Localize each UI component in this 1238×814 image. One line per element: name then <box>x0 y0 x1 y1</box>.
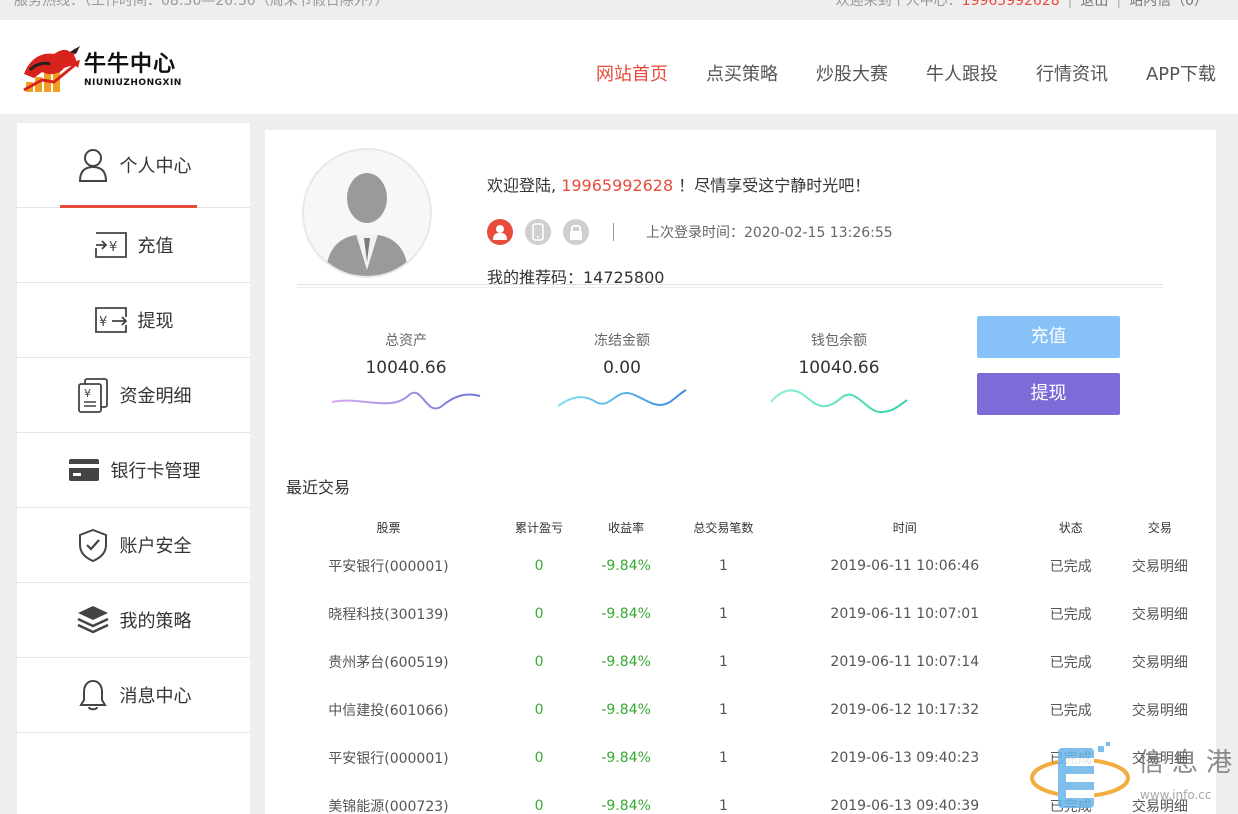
nav-follow[interactable]: 牛人跟投 <box>926 60 998 86</box>
messages-link[interactable]: 站内信（0） <box>1129 0 1208 9</box>
sidebar-item-recharge[interactable]: ¥ 充值 <box>17 208 250 283</box>
top-phone: 19965992628 <box>961 0 1060 9</box>
nav-strategy[interactable]: 点买策略 <box>706 60 778 86</box>
col-trade-count: 总交易笔数 <box>693 520 754 535</box>
table-row: 晓程科技(300139) 0 -9.84% 1 2019-06-11 10:07… <box>286 590 1206 638</box>
stat-total-assets: 总资产 10040.66 <box>326 330 486 414</box>
account-number: 19965992628 <box>561 176 674 195</box>
withdraw-button[interactable]: 提现 <box>977 373 1120 415</box>
sidebar-item-label: 我的策略 <box>119 611 192 632</box>
bell-icon <box>76 678 110 712</box>
watermark-logo-icon <box>1030 742 1130 808</box>
site-header: 牛牛中心 NIUNIUZHONGXIN 网站首页 点买策略 炒股大赛 牛人跟投 … <box>0 20 1238 114</box>
table-row: 中信建投(601066) 0 -9.84% 1 2019-06-12 10:17… <box>286 686 1206 734</box>
main-panel: 欢迎登陆, 19965992628 ！尽情享受这宁静时光吧！ 上次登录时间：20… <box>265 130 1216 814</box>
site-logo[interactable]: 牛牛中心 NIUNIUZHONGXIN <box>20 44 182 96</box>
trade-detail-link[interactable]: 交易明细 <box>1114 638 1206 686</box>
trade-detail-link[interactable]: 交易明细 <box>1114 686 1206 734</box>
nav-contest[interactable]: 炒股大赛 <box>816 60 888 86</box>
watermark: 信息港 www.info.cc <box>1028 740 1238 814</box>
sidebar-item-my-strategy[interactable]: 我的策略 <box>17 583 250 658</box>
logo-text: 牛牛中心 <box>84 52 177 77</box>
sidebar-item-personal-center[interactable]: 个人中心 <box>17 123 250 208</box>
avatar[interactable] <box>302 148 432 278</box>
watermark-url: www.info.cc <box>1140 788 1212 802</box>
sidebar-item-withdraw[interactable]: ¥ 提现 <box>17 283 250 358</box>
sidebar-item-account-security[interactable]: 账户安全 <box>17 508 250 583</box>
main-nav: 网站首页 点买策略 炒股大赛 牛人跟投 行情资讯 APP下载 <box>558 60 1216 86</box>
sidebar-item-fund-detail[interactable]: ¥ 资金明细 <box>17 358 250 433</box>
table-row: 平安银行(000001) 0 -9.84% 1 2019-06-11 10:06… <box>286 542 1206 590</box>
welcome-prefix: 欢迎来到个人中心： <box>835 0 962 9</box>
bull-logo-icon <box>23 46 80 92</box>
trade-detail-link[interactable]: 交易明细 <box>1114 590 1206 638</box>
sidebar-item-label: 个人中心 <box>119 156 192 177</box>
phone-bound-icon[interactable] <box>525 219 551 245</box>
table-row: 贵州茅台(600519) 0 -9.84% 1 2019-06-11 10:07… <box>286 638 1206 686</box>
service-hours: 服务热线：（工作时间：08:30—20:30（周末节假日除外）） <box>14 0 389 9</box>
security-status-row: 上次登录时间：2020-02-15 13:26:55 <box>487 218 893 246</box>
default-avatar-icon <box>326 173 408 276</box>
col-status: 状态 <box>1058 520 1083 535</box>
welcome-message: 欢迎登陆, 19965992628 ！尽情享受这宁静时光吧！ <box>487 176 871 195</box>
recent-trades-title: 最近交易 <box>286 478 351 497</box>
svg-text:¥: ¥ <box>99 315 107 330</box>
logout-link[interactable]: 退出 <box>1080 0 1108 9</box>
identity-verified-icon[interactable] <box>487 219 513 245</box>
bank-card-icon <box>67 453 101 487</box>
logo-subtext: NIUNIUZHONGXIN <box>84 78 182 88</box>
sidebar-item-label: 账户安全 <box>119 536 192 557</box>
nav-app-download[interactable]: APP下载 <box>1146 60 1216 86</box>
sidebar-item-label: 充值 <box>137 236 174 257</box>
last-login-time: 上次登录时间：2020-02-15 13:26:55 <box>646 225 893 241</box>
stat-wallet-balance: 钱包余额 10040.66 <box>759 330 919 414</box>
col-time: 时间 <box>892 520 917 535</box>
wallet-balance-wave <box>770 389 908 414</box>
sidebar-item-bank-card[interactable]: 银行卡管理 <box>17 433 250 508</box>
table-header-row: 股票 累计盈亏 收益率 总交易笔数 时间 状态 交易 <box>286 512 1206 542</box>
col-return: 收益率 <box>608 520 645 535</box>
fund-detail-icon: ¥ <box>76 378 110 413</box>
user-icon <box>76 148 110 182</box>
stat-frozen-amount: 冻结金额 0.00 <box>542 330 702 414</box>
svg-text:¥: ¥ <box>109 240 117 255</box>
col-pnl: 累计盈亏 <box>515 520 564 535</box>
recharge-button[interactable]: 充值 <box>977 316 1120 358</box>
sidebar-item-label: 消息中心 <box>119 686 192 707</box>
layers-icon <box>76 603 110 637</box>
top-info-bar: 服务热线：（工作时间：08:30—20:30（周末节假日除外）） 欢迎来到个人中… <box>0 0 1238 20</box>
sidebar-item-message-center[interactable]: 消息中心 <box>17 658 250 733</box>
sidebar: 个人中心 ¥ 充值 ¥ 提现 ¥ 资金明细 银行卡管理 账户安全 我的策略 消息… <box>17 123 250 814</box>
col-stock: 股票 <box>376 520 401 535</box>
lock-icon[interactable] <box>563 219 589 245</box>
frozen-amount-wave <box>557 389 687 407</box>
svg-text:¥: ¥ <box>84 387 91 400</box>
nav-home[interactable]: 网站首页 <box>596 60 668 86</box>
sidebar-item-label: 银行卡管理 <box>110 461 201 482</box>
recharge-icon: ¥ <box>94 228 128 262</box>
col-detail: 交易 <box>1147 520 1172 535</box>
watermark-text: 信息港 <box>1138 748 1238 778</box>
sidebar-item-label: 提现 <box>137 311 174 332</box>
nav-news[interactable]: 行情资讯 <box>1036 60 1108 86</box>
top-user-links: 欢迎来到个人中心：19965992628 | 退出 | 站内信（0） <box>836 0 1208 10</box>
withdraw-icon: ¥ <box>94 303 128 337</box>
sidebar-item-label: 资金明细 <box>119 386 192 407</box>
shield-icon <box>76 528 110 562</box>
total-assets-wave <box>331 391 481 410</box>
trade-detail-link[interactable]: 交易明细 <box>1114 542 1206 590</box>
